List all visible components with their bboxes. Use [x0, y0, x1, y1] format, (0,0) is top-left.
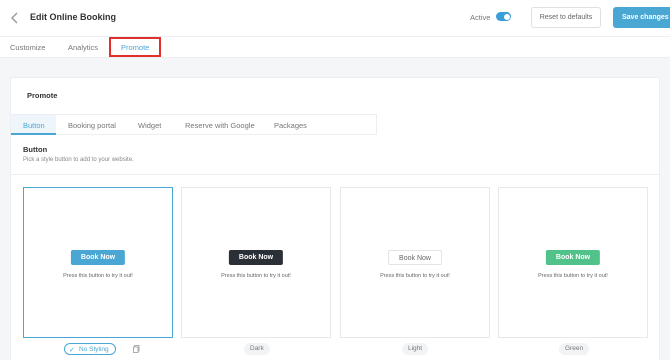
page-title: Edit Online Booking [30, 12, 116, 22]
book-now-button-light[interactable]: Book Now [388, 250, 442, 265]
option-label-no-styling[interactable]: ✓ No Styling [64, 343, 116, 355]
promote-card: Promote Button Booking portal Widget Res… [10, 77, 660, 360]
subtab-packages[interactable]: Packages [274, 121, 307, 130]
active-toggle[interactable] [496, 12, 511, 21]
style-option-light[interactable]: Book Now Press this button to try it out… [340, 187, 490, 338]
style-option-dark[interactable]: Book Now Press this button to try it out… [181, 187, 331, 338]
book-now-button-dark[interactable]: Book Now [228, 250, 284, 265]
subtab-booking-portal[interactable]: Booking portal [68, 121, 116, 130]
promote-title: Promote [27, 91, 58, 100]
check-icon: ✓ [69, 347, 75, 354]
top-bar: Edit Online Booking Active Reset to defa… [0, 0, 670, 36]
book-now-button-no-styling[interactable]: Book Now [70, 250, 126, 265]
option-label-text: No Styling [79, 346, 109, 353]
section-description: Pick a style button to add to your websi… [23, 157, 134, 163]
active-label: Active [470, 13, 491, 22]
back-arrow-icon[interactable] [8, 11, 22, 25]
tab-customize[interactable]: Customize [10, 43, 45, 52]
copy-icon[interactable] [133, 345, 140, 353]
option-hint: Press this button to try it out! [221, 273, 291, 279]
subtab-button[interactable]: Button [23, 121, 45, 130]
option-label-dark[interactable]: Dark [244, 343, 270, 355]
reset-to-defaults-button[interactable]: Reset to defaults [531, 7, 601, 28]
promote-sub-tabs: Button Booking portal Widget Reserve wit… [11, 114, 377, 135]
style-option-no-styling[interactable]: Book Now Press this button to try it out… [23, 187, 173, 338]
option-hint: Press this button to try it out! [538, 273, 608, 279]
highlight-box [109, 37, 161, 57]
option-label-green[interactable]: Green [559, 343, 590, 355]
option-hint: Press this button to try it out! [380, 273, 450, 279]
section-title: Button [23, 145, 48, 154]
option-label-light[interactable]: Light [402, 343, 429, 355]
tab-analytics[interactable]: Analytics [68, 43, 98, 52]
divider [11, 174, 659, 175]
subtab-widget[interactable]: Widget [138, 121, 161, 130]
subtab-reserve-with-google[interactable]: Reserve with Google [185, 121, 255, 130]
option-hint: Press this button to try it out! [63, 273, 133, 279]
subtab-active-underline [11, 133, 56, 135]
save-changes-button[interactable]: Save changes [613, 7, 670, 28]
style-option-green[interactable]: Book Now Press this button to try it out… [498, 187, 648, 338]
book-now-button-green[interactable]: Book Now [545, 250, 601, 265]
main-tabs: Customize Analytics Promote [0, 36, 670, 58]
